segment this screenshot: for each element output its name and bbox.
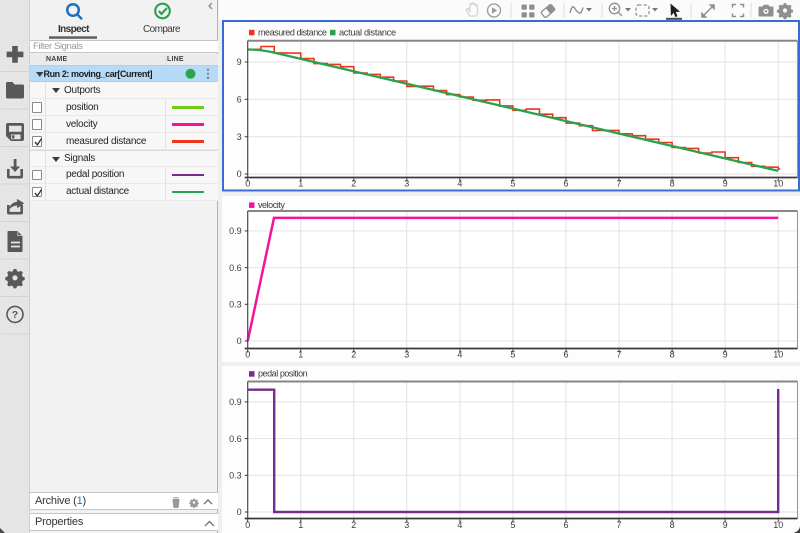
svg-text:0.9: 0.9 xyxy=(229,226,242,236)
svg-text:10: 10 xyxy=(773,178,783,188)
svg-text:0: 0 xyxy=(245,178,250,188)
svg-text:2: 2 xyxy=(351,520,356,530)
svg-text:4: 4 xyxy=(457,520,462,530)
svg-text:0: 0 xyxy=(237,507,242,517)
svg-text:8: 8 xyxy=(670,178,675,188)
svg-text:8: 8 xyxy=(670,520,675,530)
svg-text:10: 10 xyxy=(773,520,783,530)
svg-text:9: 9 xyxy=(723,520,728,530)
svg-text:6: 6 xyxy=(563,350,568,360)
svg-text:1: 1 xyxy=(298,178,303,188)
svg-text:8: 8 xyxy=(670,350,675,360)
svg-text:3: 3 xyxy=(404,350,409,360)
svg-text:7: 7 xyxy=(616,350,621,360)
svg-text:0: 0 xyxy=(245,520,250,530)
svg-text:1: 1 xyxy=(298,350,303,360)
svg-text:5: 5 xyxy=(510,350,515,360)
svg-text:actual distance: actual distance xyxy=(339,27,396,37)
svg-text:10: 10 xyxy=(773,350,783,360)
svg-text:1: 1 xyxy=(298,520,303,530)
svg-text:0: 0 xyxy=(237,169,242,179)
svg-text:3: 3 xyxy=(404,178,409,188)
svg-text:9: 9 xyxy=(723,178,728,188)
svg-text:3: 3 xyxy=(404,520,409,530)
svg-text:5: 5 xyxy=(510,178,515,188)
svg-text:5: 5 xyxy=(510,520,515,530)
svg-text:pedal position: pedal position xyxy=(258,369,308,379)
svg-text:0: 0 xyxy=(237,336,242,346)
svg-text:2: 2 xyxy=(351,178,356,188)
svg-text:0.3: 0.3 xyxy=(229,300,242,310)
svg-text:0.3: 0.3 xyxy=(229,471,242,481)
svg-text:7: 7 xyxy=(616,520,621,530)
svg-text:7: 7 xyxy=(616,178,621,188)
svg-text:0.9: 0.9 xyxy=(229,397,242,407)
svg-text:9: 9 xyxy=(237,57,242,67)
svg-text:6: 6 xyxy=(563,178,568,188)
svg-text:4: 4 xyxy=(457,350,462,360)
svg-text:measured distance: measured distance xyxy=(258,27,327,37)
svg-text:6: 6 xyxy=(563,520,568,530)
svg-text:velocity: velocity xyxy=(258,200,285,210)
svg-text:4: 4 xyxy=(457,178,462,188)
svg-text:?: ? xyxy=(12,309,18,321)
svg-text:0.6: 0.6 xyxy=(229,263,242,273)
svg-text:2: 2 xyxy=(351,350,356,360)
svg-text:6: 6 xyxy=(237,95,242,105)
svg-text:0.6: 0.6 xyxy=(229,434,242,444)
svg-text:3: 3 xyxy=(237,132,242,142)
svg-text:0: 0 xyxy=(245,350,250,360)
svg-text:9: 9 xyxy=(723,350,728,360)
